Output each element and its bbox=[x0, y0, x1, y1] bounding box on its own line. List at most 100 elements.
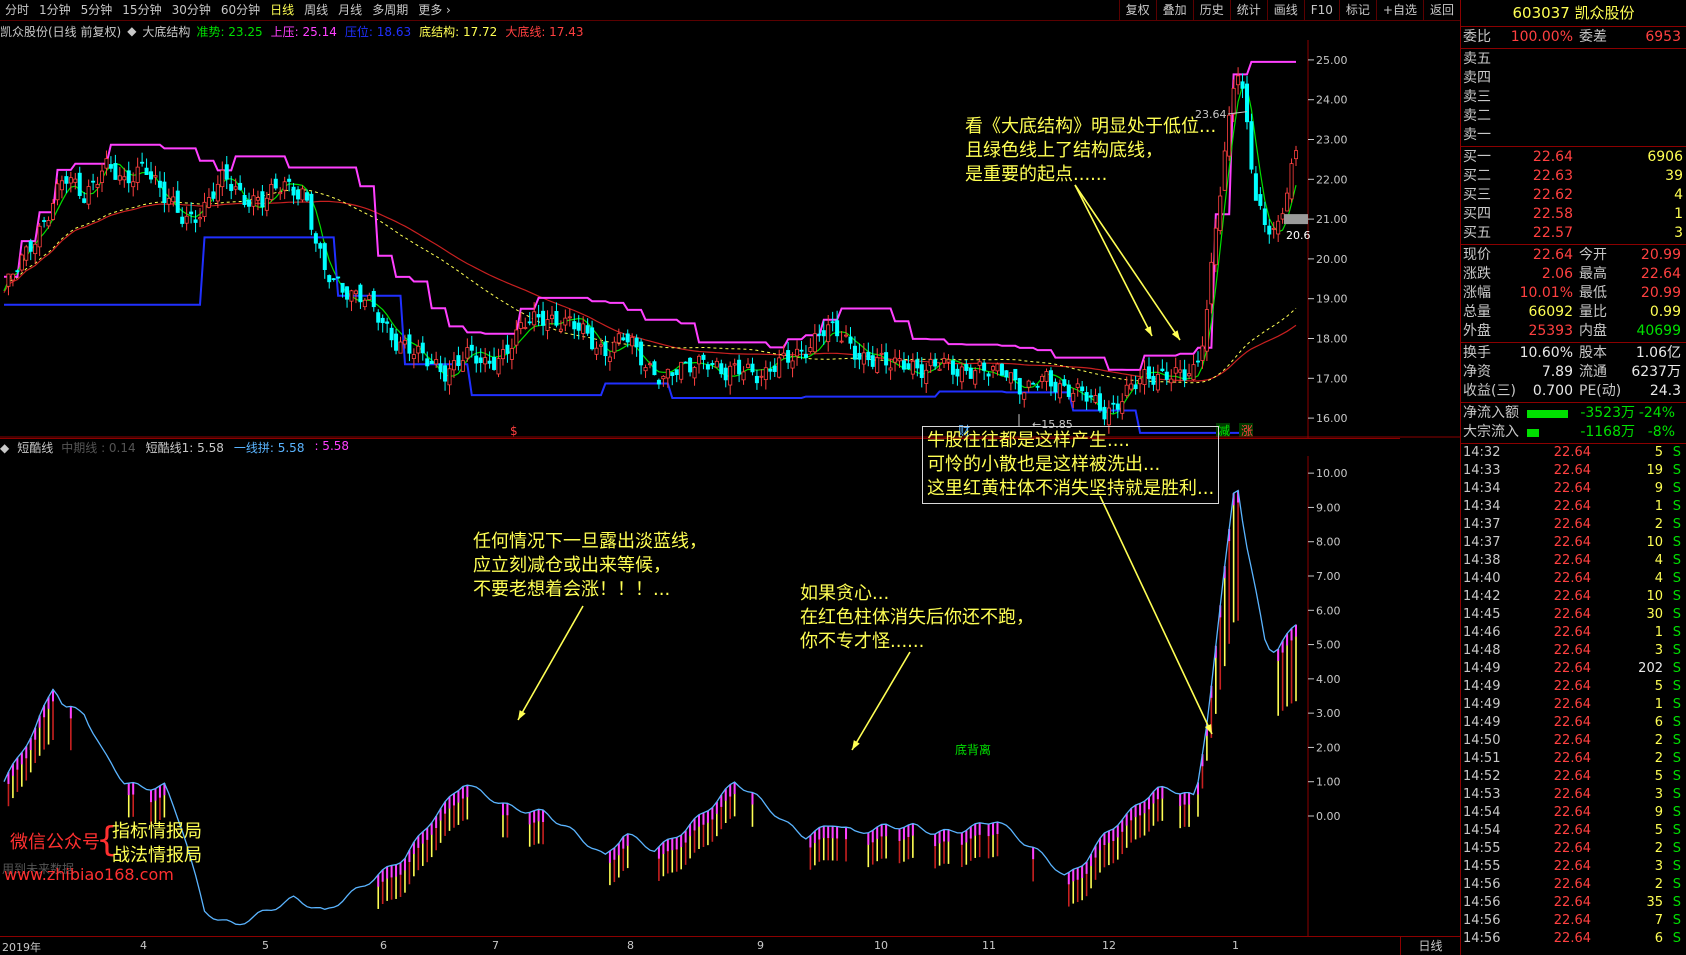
stock-title[interactable]: 603037 凯众股份 bbox=[1461, 0, 1686, 27]
annotation-sub3: 牛股往往都是这样产生.... 可怜的小散也是这样被洗出... 这里红黄柱体不消失… bbox=[922, 426, 1220, 504]
date-label: 2019年 bbox=[2, 941, 41, 954]
trade-row: 14:56 22.64 7 S bbox=[1461, 912, 1686, 930]
trade-time: 14:34 bbox=[1463, 481, 1501, 496]
tab-period-8[interactable]: 月线 bbox=[333, 0, 367, 20]
candle-body bbox=[300, 188, 305, 201]
bids-price: 22.64 bbox=[1532, 149, 1573, 165]
candle-body bbox=[1017, 378, 1022, 395]
candle-body bbox=[594, 347, 599, 355]
candle-body bbox=[710, 363, 715, 365]
toolbar-button-1[interactable]: 叠加 bbox=[1155, 0, 1193, 20]
toolbar-button-6[interactable]: 标记 bbox=[1338, 0, 1376, 20]
trade-time: 14:56 bbox=[1463, 931, 1501, 946]
asks-volume bbox=[1573, 50, 1683, 69]
candle-body bbox=[282, 181, 287, 191]
top-marker: · · · bbox=[1210, 40, 1226, 43]
trade-price: 22.64 bbox=[1553, 751, 1591, 766]
candle-body bbox=[1195, 360, 1200, 363]
tick-list: 14:32 22.64 5 S 14:33 22.64 19 S 14:34 22.64 9 S 14:… bbox=[1461, 444, 1686, 948]
candle-body bbox=[278, 192, 283, 195]
candle-body bbox=[701, 354, 706, 360]
fundamental-value: 1.06亿 bbox=[1635, 345, 1681, 361]
candle-body bbox=[928, 359, 933, 367]
candle-body bbox=[910, 360, 915, 375]
candle-body bbox=[402, 339, 407, 345]
candle-body bbox=[100, 170, 105, 183]
trade-side: S bbox=[1672, 733, 1681, 748]
candle-body bbox=[1066, 384, 1071, 397]
bids-price: 22.58 bbox=[1532, 206, 1573, 222]
candle-body bbox=[532, 311, 537, 326]
tab-period-4[interactable]: 30分钟 bbox=[167, 0, 216, 20]
candle-body bbox=[68, 177, 73, 184]
watermark-url: www.zhibiao168.com bbox=[4, 865, 174, 884]
candle-body bbox=[331, 278, 336, 281]
fundamental-row: 换手 10.60% 股本 1.06亿 bbox=[1461, 344, 1686, 363]
tab-period-1[interactable]: 1分钟 bbox=[34, 0, 76, 20]
trade-row: 14:54 22.64 9 S bbox=[1461, 804, 1686, 822]
toolbar-button-2[interactable]: 历史 bbox=[1192, 0, 1230, 20]
candle-body bbox=[1102, 406, 1107, 420]
candle-body bbox=[336, 276, 341, 279]
toolbar-button-0[interactable]: 复权 bbox=[1118, 0, 1156, 20]
candle-body bbox=[496, 358, 501, 375]
asks-row: 卖一 bbox=[1461, 126, 1686, 145]
candlestick-chart[interactable]: 16.00 17.00 18.00 19.00 20.00 21.00 22.00 23.00… bbox=[0, 40, 1460, 438]
trade-side: S bbox=[1672, 553, 1681, 568]
trade-price: 22.64 bbox=[1553, 697, 1591, 712]
tab-period-5[interactable]: 60分钟 bbox=[216, 0, 265, 20]
tab-period-7[interactable]: 周线 bbox=[299, 0, 333, 20]
candle-body bbox=[117, 175, 122, 181]
candle-body bbox=[523, 327, 528, 329]
candle-body bbox=[732, 363, 737, 366]
toolbar-button-7[interactable]: +自选 bbox=[1375, 0, 1423, 20]
candle-body bbox=[313, 233, 318, 244]
quote-value: 66092 bbox=[1528, 304, 1573, 320]
toolbar-button-5[interactable]: F10 bbox=[1303, 0, 1339, 20]
tab-period-9[interactable]: 多周期 bbox=[367, 0, 413, 20]
asks-price bbox=[1509, 69, 1573, 88]
candle-body bbox=[656, 379, 661, 385]
candle-body bbox=[1191, 364, 1196, 381]
tab-period-3[interactable]: 15分钟 bbox=[117, 0, 166, 20]
trade-row: 14:56 22.64 6 S bbox=[1461, 930, 1686, 948]
tab-period-2[interactable]: 5分钟 bbox=[76, 0, 118, 20]
candle-body bbox=[456, 355, 461, 367]
annotation-arrow-head bbox=[518, 710, 526, 720]
toolbar-button-3[interactable]: 统计 bbox=[1229, 0, 1267, 20]
sub-indicator-name[interactable]: 短酷线 bbox=[17, 439, 53, 456]
tab-period-0[interactable]: 分时 bbox=[0, 0, 34, 20]
sub-indicator-toggle-icon[interactable]: ◆ bbox=[0, 441, 9, 455]
candle-body bbox=[942, 358, 947, 364]
toolbar-button-8[interactable]: 返回 bbox=[1422, 0, 1460, 20]
indicator-name[interactable]: 大底结构 bbox=[142, 23, 190, 40]
asks-row: 卖二 bbox=[1461, 107, 1686, 126]
candle-body bbox=[786, 350, 791, 363]
candle-body bbox=[51, 203, 56, 220]
candle-body bbox=[563, 317, 568, 326]
candle-body bbox=[1106, 407, 1111, 426]
quote-label: 涨跌 bbox=[1463, 266, 1491, 282]
trade-price: 22.64 bbox=[1553, 463, 1591, 478]
bids-label: 买五 bbox=[1463, 225, 1491, 241]
candle-body bbox=[451, 360, 456, 371]
candle-body bbox=[416, 345, 421, 354]
candle-body bbox=[821, 330, 826, 337]
candle-body bbox=[474, 355, 479, 364]
tab-period-6[interactable]: 日线 bbox=[265, 0, 299, 20]
toolbar-button-4[interactable]: 画线 bbox=[1266, 0, 1304, 20]
candle-body bbox=[616, 333, 621, 344]
candle-body bbox=[1022, 392, 1027, 400]
candle-body bbox=[238, 182, 243, 190]
main-chart-header: 凯众股份(日线 前复权) ◆ 大底结构 准势: 23.25 上压: 25.14 压位… bbox=[0, 22, 1400, 40]
oscillator-chart[interactable]: 0.00 1.00 2.00 3.00 4.00 5.00 6.00 7.00 8.00 9.00… bbox=[0, 456, 1460, 936]
trade-time: 14:56 bbox=[1463, 913, 1501, 928]
trade-side: S bbox=[1672, 859, 1681, 874]
candle-body bbox=[581, 323, 586, 334]
trade-volume: 5 bbox=[1654, 823, 1663, 838]
indicator-toggle-icon[interactable]: ◆ bbox=[127, 24, 136, 38]
candle-body bbox=[1294, 150, 1299, 160]
tab-period-10[interactable]: 更多 › bbox=[413, 0, 456, 20]
candle-body bbox=[723, 367, 728, 381]
candle-body bbox=[122, 176, 127, 181]
